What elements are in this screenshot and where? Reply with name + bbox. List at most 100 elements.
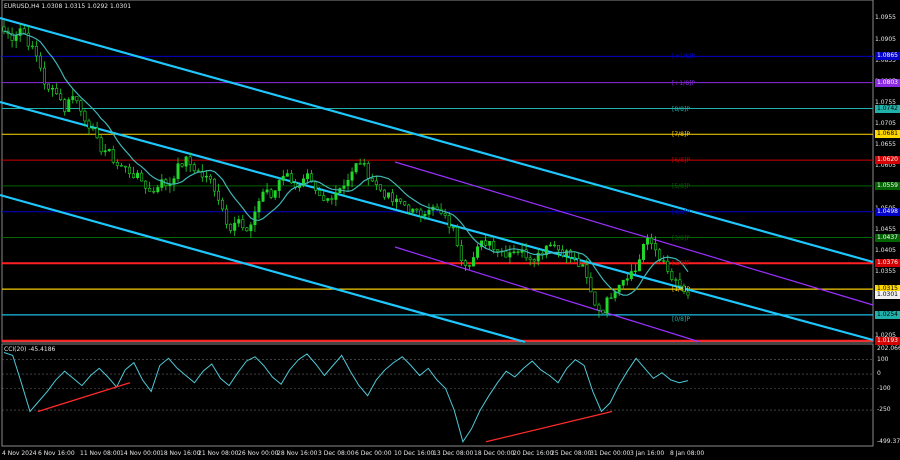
time-tick-label: 18 Dec 00:00: [474, 450, 515, 457]
candle-body: [601, 309, 605, 314]
regression-channel-line: [0, 100, 874, 342]
candle-body: [107, 149, 111, 152]
candle-body: [411, 208, 415, 213]
candle-body: [556, 245, 560, 251]
candle-body: [196, 170, 200, 172]
candle-body: [30, 45, 34, 48]
candle-body: [370, 177, 374, 182]
candle-body: [47, 83, 51, 90]
candle-body: [654, 243, 658, 251]
candle-body: [678, 279, 682, 287]
candle-body: [625, 278, 629, 281]
candle-body: [83, 110, 87, 122]
candle-body: [127, 166, 131, 174]
candle-body: [354, 163, 358, 173]
candle-body: [237, 219, 241, 224]
candle-body: [253, 211, 257, 226]
indicator-tick-label: 100: [877, 355, 889, 363]
candle-body: [504, 250, 508, 258]
candle-body: [34, 46, 38, 57]
candle-body: [666, 260, 670, 272]
candle-body: [176, 163, 180, 179]
murrey-level-label: [+1/8]P: [672, 53, 695, 61]
cci-line: [3, 352, 689, 443]
candle-body: [318, 190, 322, 196]
candle-body: [423, 213, 427, 217]
candle-body: [225, 208, 229, 225]
candle-body: [55, 88, 59, 95]
candle-body: [2, 26, 6, 32]
candle-body: [407, 204, 411, 213]
candle-body: [156, 187, 160, 193]
candle-body: [674, 279, 678, 281]
candle-body: [492, 241, 496, 250]
indicator-tick-label: -250: [877, 406, 891, 414]
price-marker-box: 1.0803: [875, 78, 900, 87]
candle-body: [289, 173, 293, 184]
candle-body: [217, 190, 221, 201]
price-tick-label: 1.0655: [875, 141, 896, 149]
candle-body: [95, 127, 99, 139]
candle-body: [565, 250, 569, 256]
purple-channel-line: [394, 161, 874, 306]
murrey-level-label: [+1/8]P: [672, 79, 695, 87]
murrey-level-label: [3/8]P: [672, 234, 690, 242]
time-tick-label: 31 Dec 00:00: [590, 450, 631, 457]
candle-body: [463, 260, 467, 266]
candle-body: [241, 219, 245, 229]
candle-body: [184, 156, 188, 167]
murrey-level-label: [2/8]P: [672, 260, 690, 268]
candle-body: [63, 99, 67, 112]
candle-body: [589, 277, 593, 293]
time-tick-label: 6 Nov 16:00: [38, 450, 75, 457]
candle-body: [621, 279, 625, 286]
divergence-line: [485, 410, 613, 443]
candle-body: [382, 189, 386, 198]
time-tick-label: 11 Nov 08:00: [80, 450, 121, 457]
candle-body: [144, 180, 148, 189]
candle-body: [395, 198, 399, 203]
candle-body: [391, 192, 395, 203]
time-tick-label: 14 Nov 00:00: [120, 450, 161, 457]
candle-body: [148, 188, 152, 192]
candle-body: [476, 246, 480, 258]
candle-body: [650, 237, 654, 244]
candle-body: [629, 271, 633, 280]
price-marker-box: 1.0376: [875, 259, 900, 268]
candle-body: [233, 222, 237, 231]
candle-body: [378, 184, 382, 191]
candle-body: [443, 213, 447, 216]
candle-body: [346, 179, 350, 187]
candle-body: [403, 201, 407, 206]
candle-body: [548, 244, 552, 247]
price-marker-box: 1.0437: [875, 233, 900, 242]
murrey-level-label: [4/8]P: [672, 208, 690, 216]
candle-body: [79, 100, 83, 112]
candle-body: [366, 163, 370, 179]
time-tick-label: 21 Nov 08:00: [198, 450, 239, 457]
price-marker-box: 1.0254: [875, 310, 900, 319]
price-marker-box: 1.0193: [875, 336, 900, 345]
candle-body: [488, 241, 492, 246]
candle-body: [447, 215, 451, 228]
murrey-level-label: [1/8]P: [672, 286, 690, 294]
price-tick-label: 1.0955: [875, 14, 896, 22]
murrey-level-label: [0/8]P: [672, 315, 690, 323]
price-tick-label: 1.0455: [875, 225, 896, 233]
candle-body: [633, 270, 637, 273]
price-chart[interactable]: [0, 0, 900, 460]
candle-body: [67, 99, 71, 112]
candle-body: [285, 173, 289, 177]
candle-body: [136, 172, 140, 178]
price-marker-box: 1.0301: [875, 291, 900, 299]
candle-body: [51, 88, 55, 90]
price-marker-box: 1.0559: [875, 181, 900, 190]
candle-body: [119, 165, 123, 167]
murrey-level-label: [7/8]P: [672, 131, 690, 139]
indicator-tick-label: 0: [877, 370, 881, 378]
candle-body: [204, 175, 208, 178]
candle-body: [140, 172, 144, 182]
candle-body: [358, 163, 362, 165]
candle-body: [455, 227, 459, 246]
time-tick-label: 20 Dec 16:00: [513, 450, 554, 457]
